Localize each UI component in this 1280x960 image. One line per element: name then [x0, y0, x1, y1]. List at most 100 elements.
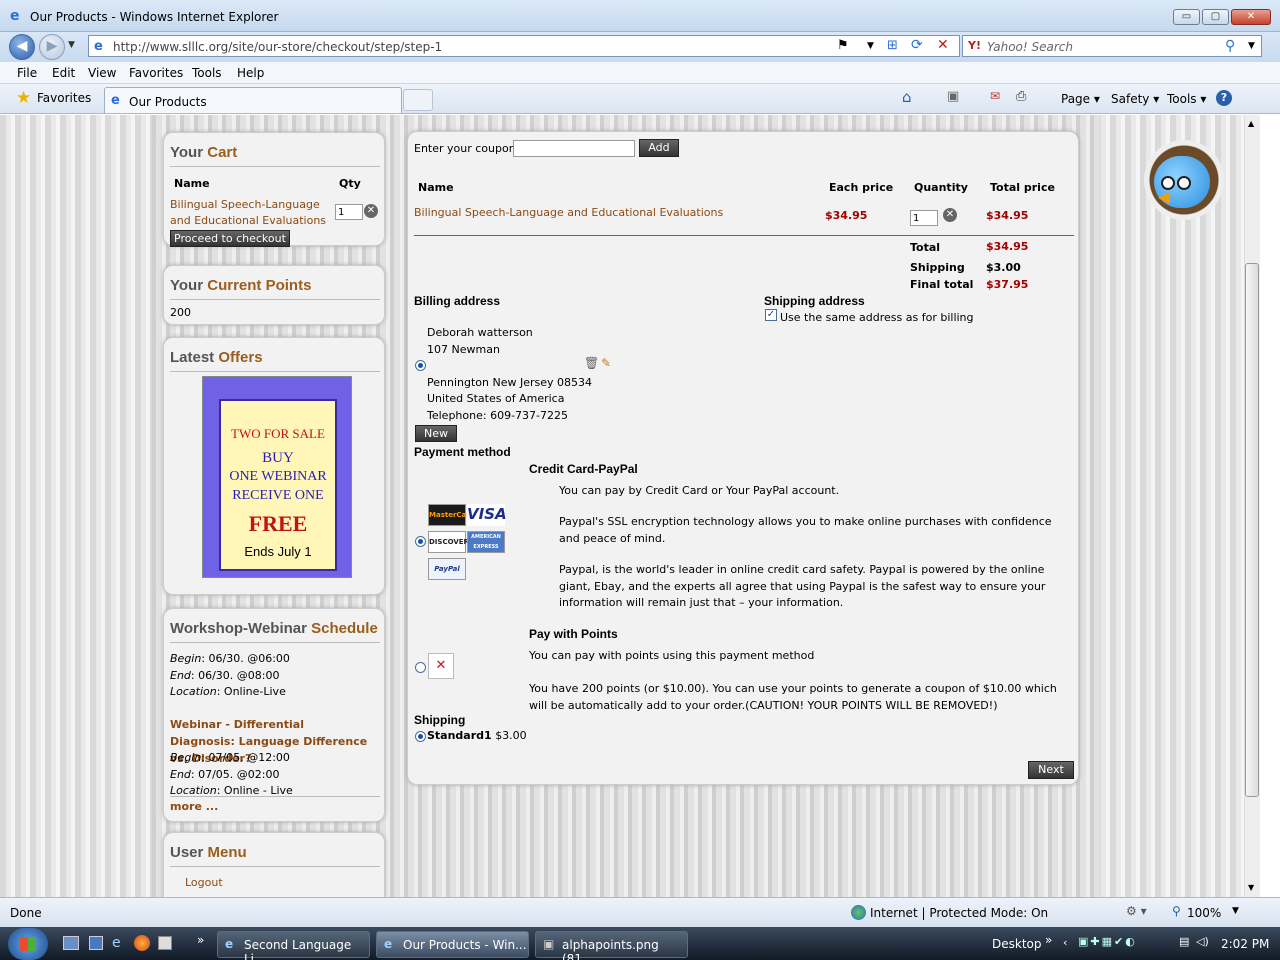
- search-placeholder: Yahoo! Search: [987, 40, 1073, 54]
- credit-card-radio[interactable]: [415, 536, 426, 547]
- item-remove-icon[interactable]: ✕: [943, 208, 957, 222]
- firefox-icon[interactable]: [134, 935, 150, 951]
- pay-points-radio[interactable]: [415, 662, 426, 673]
- new-tab-button[interactable]: [403, 89, 433, 111]
- amex-icon: AMERICAN EXPRESS: [467, 531, 505, 553]
- switch-windows-icon[interactable]: [89, 936, 103, 950]
- taskbar-second-language[interactable]: Second Language Li... e: [217, 931, 370, 960]
- new-address-button[interactable]: New: [415, 425, 457, 442]
- same-address-checkbox[interactable]: ✓: [765, 309, 777, 321]
- cart-qty-input[interactable]: [335, 204, 363, 220]
- edit-address-icon[interactable]: ✎: [601, 356, 611, 370]
- credit-card-title: Credit Card-PayPal: [529, 462, 638, 476]
- menu-edit[interactable]: Edit: [52, 66, 75, 80]
- show-desktop-icon[interactable]: [63, 936, 79, 950]
- volume-icon[interactable]: ◁): [1196, 935, 1209, 948]
- recent-pages-icon[interactable]: ▼: [68, 40, 75, 50]
- home-icon[interactable]: ⌂: [902, 88, 912, 106]
- taskbar-our-products[interactable]: Our Products - Win... e: [376, 931, 529, 958]
- print-icon[interactable]: ⎙: [1016, 89, 1026, 104]
- page-icon: e: [94, 39, 103, 54]
- scroll-down-icon[interactable]: ▼: [1248, 883, 1254, 892]
- broken-image-icon: ✕: [428, 653, 454, 679]
- cart-remove-icon[interactable]: ✕: [364, 204, 378, 218]
- item-qty-input[interactable]: [910, 210, 938, 226]
- item-link[interactable]: Bilingual Speech-Language and Educationa…: [414, 206, 723, 219]
- shipping-label: Shipping: [910, 261, 965, 274]
- quicklaunch-more-icon[interactable]: »: [197, 933, 204, 947]
- favorites-bar: ★ Favorites e Our Products ⌂ ▣ ✉ ⎙ Page …: [0, 84, 1280, 114]
- clock[interactable]: 2:02 PM: [1221, 937, 1269, 951]
- twitter-bird-icon[interactable]: [1144, 140, 1224, 220]
- coupon-input[interactable]: [513, 140, 635, 157]
- minimize-button[interactable]: ▭: [1173, 9, 1200, 25]
- zoom-level[interactable]: 100%: [1187, 906, 1221, 920]
- network-icon[interactable]: ▤: [1179, 935, 1189, 948]
- status-bar: Done Internet | Protected Mode: On ⚙ ▾ ⚲…: [0, 897, 1280, 927]
- back-button[interactable]: ◀: [9, 34, 35, 60]
- desktop-more-icon[interactable]: »: [1045, 933, 1052, 947]
- tray-expand-icon[interactable]: ‹: [1063, 936, 1067, 949]
- maximize-button[interactable]: ▢: [1202, 9, 1229, 25]
- menu-favorites[interactable]: Favorites: [129, 66, 183, 80]
- protected-mode-icon[interactable]: ⚙ ▾: [1126, 904, 1147, 918]
- menu-file[interactable]: File: [17, 66, 37, 80]
- page-menu[interactable]: Page ▾: [1061, 92, 1100, 106]
- refresh-icon[interactable]: ⟳: [911, 37, 923, 53]
- tab-our-products[interactable]: e Our Products: [104, 87, 402, 113]
- search-box[interactable]: Y! Yahoo! Search ⚲ ▼: [962, 35, 1262, 57]
- address-line5: Telephone: 609-737-7225: [427, 409, 568, 422]
- ie-quicklaunch-icon[interactable]: e: [112, 935, 121, 951]
- forward-button[interactable]: ▶: [39, 34, 65, 60]
- dropdown-icon[interactable]: ▼: [867, 41, 874, 51]
- search-options-icon[interactable]: ▼: [1248, 41, 1255, 51]
- compat-view-icon[interactable]: ⚑: [837, 38, 849, 53]
- same-address-label: Use the same address as for billing: [780, 311, 974, 324]
- pay-points-text2: You have 200 points (or $10.00). You can…: [529, 682, 1057, 712]
- shipping-standard-radio[interactable]: [415, 731, 426, 742]
- next-button[interactable]: Next: [1028, 761, 1074, 779]
- taskbar-alphapoints[interactable]: alphapoints.png (81... ▣: [535, 931, 688, 960]
- credit-card-text2: Paypal's SSL encryption technology allow…: [559, 515, 1052, 545]
- schedule-more-link[interactable]: more ...: [170, 800, 218, 813]
- points-value: 200: [170, 306, 191, 319]
- mastercard-icon: MasterCard: [428, 504, 475, 526]
- mail-icon[interactable]: ✉: [990, 89, 1000, 103]
- tray-icons[interactable]: ▣✚▦✔◐: [1078, 935, 1158, 951]
- scroll-thumb[interactable]: [1245, 263, 1259, 797]
- points-box: Your Current Points 200: [163, 265, 385, 325]
- desktop-toolbar[interactable]: Desktop: [992, 937, 1042, 951]
- address-bar[interactable]: e http://www.slllc.org/site/our-store/ch…: [88, 35, 960, 57]
- help-icon[interactable]: ?: [1216, 90, 1232, 106]
- menu-view[interactable]: View: [88, 66, 116, 80]
- total-value: $34.95: [986, 240, 1029, 253]
- billing-address-radio[interactable]: [415, 360, 426, 371]
- item-total-price: $34.95: [986, 209, 1029, 222]
- schedule-title: Workshop-Webinar Schedule: [170, 620, 378, 637]
- menu-help[interactable]: Help: [237, 66, 264, 80]
- favorites-button[interactable]: Favorites: [37, 91, 91, 105]
- tab-label: Our Products: [129, 95, 207, 109]
- delete-address-icon[interactable]: 🗑: [584, 356, 599, 370]
- feeds-icon[interactable]: ▣: [947, 89, 959, 104]
- cart-item-link[interactable]: Bilingual Speech-Language and Educationa…: [170, 197, 340, 229]
- tools-menu[interactable]: Tools ▾: [1167, 92, 1206, 106]
- rss-icon[interactable]: ⊞: [887, 38, 898, 53]
- offer-line5: FREE: [248, 511, 308, 536]
- proceed-checkout-button[interactable]: Proceed to checkout: [170, 230, 290, 247]
- col-total-price: Total price: [990, 181, 1055, 194]
- security-zone[interactable]: Internet | Protected Mode: On: [870, 906, 1048, 920]
- zoom-dropdown-icon[interactable]: ▼: [1232, 906, 1239, 916]
- start-button[interactable]: [8, 928, 48, 960]
- close-button[interactable]: ✕: [1231, 9, 1271, 25]
- menu-tools[interactable]: Tools: [192, 66, 222, 80]
- search-icon[interactable]: ⚲: [1225, 38, 1235, 54]
- add-coupon-button[interactable]: Add: [639, 139, 679, 157]
- logout-link[interactable]: Logout: [185, 876, 223, 889]
- billing-address-label: Billing address: [414, 294, 501, 308]
- safety-menu[interactable]: Safety ▾: [1111, 92, 1159, 106]
- app-quicklaunch-icon[interactable]: [158, 936, 172, 950]
- scroll-up-icon[interactable]: ▲: [1248, 119, 1254, 128]
- stop-icon[interactable]: ✕: [937, 37, 949, 53]
- offer-banner[interactable]: TWO FOR SALE BUY ONE WEBINAR RECEIVE ONE…: [202, 376, 352, 578]
